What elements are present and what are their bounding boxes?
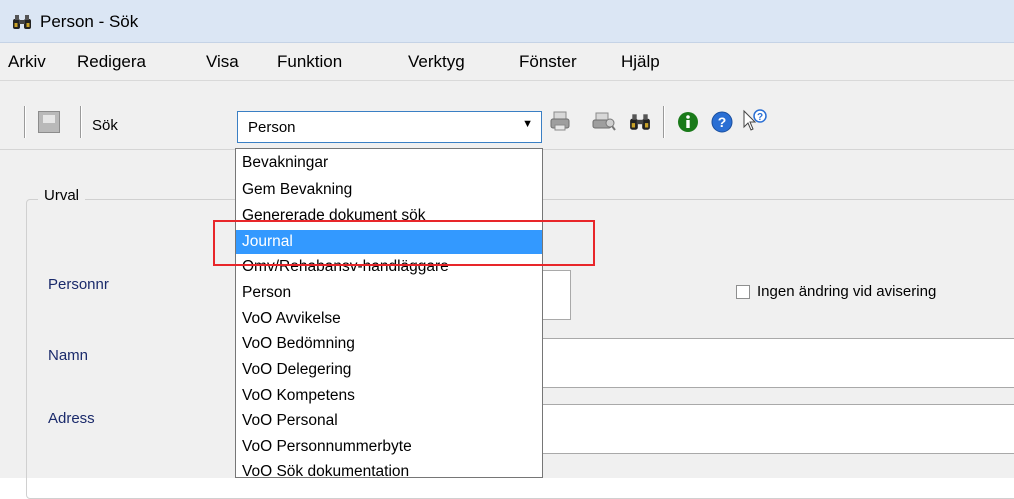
save-icon[interactable] bbox=[38, 111, 60, 133]
window-title: Person - Sök bbox=[40, 12, 139, 31]
menu-verktyg[interactable]: Verktyg bbox=[408, 52, 465, 72]
toolbar-separator bbox=[24, 106, 26, 138]
adress-label: Adress bbox=[48, 410, 95, 427]
dropdown-item[interactable]: VoO Kompetens bbox=[242, 386, 355, 406]
menu-arkiv[interactable]: Arkiv bbox=[8, 52, 46, 72]
namn-label: Namn bbox=[48, 347, 89, 364]
dropdown-item[interactable]: Gem Bevakning bbox=[242, 180, 352, 200]
chevron-down-icon[interactable]: ▼ bbox=[522, 118, 533, 130]
menu-fonster[interactable]: Fönster bbox=[519, 52, 577, 72]
search-type-combobox[interactable]: Person ▼ bbox=[237, 111, 542, 143]
help-icon[interactable]: ? bbox=[711, 111, 733, 133]
svg-text:?: ? bbox=[757, 112, 763, 123]
title-bar: Person - Sök bbox=[0, 0, 1014, 43]
info-icon[interactable] bbox=[677, 111, 699, 133]
toolbar-separator bbox=[663, 106, 665, 138]
dropdown-item[interactable]: VoO Sök dokumentation bbox=[242, 462, 409, 477]
whats-this-icon[interactable]: ? bbox=[741, 108, 767, 134]
no-change-checkbox[interactable] bbox=[736, 285, 750, 299]
personnr-label: Personnr bbox=[48, 276, 109, 293]
dropdown-item[interactable]: VoO Avvikelse bbox=[242, 309, 341, 329]
dropdown-item[interactable]: Person bbox=[242, 283, 291, 303]
groupbox-title: Urval bbox=[38, 187, 86, 204]
menu-bar: Arkiv Redigera Visa Funktion Verktyg Fön… bbox=[0, 43, 1014, 81]
binoculars-icon bbox=[13, 15, 31, 29]
dropdown-item[interactable]: VoO Delegering bbox=[242, 360, 351, 380]
print-icon[interactable] bbox=[549, 110, 571, 132]
combobox-value: Person bbox=[248, 119, 296, 136]
personnr-field[interactable] bbox=[540, 270, 571, 320]
search-label: Sök bbox=[92, 117, 118, 134]
menu-redigera[interactable]: Redigera bbox=[77, 52, 146, 72]
menu-visa[interactable]: Visa bbox=[206, 52, 239, 72]
dropdown-item[interactable]: VoO Bedömning bbox=[242, 334, 355, 354]
menu-funktion[interactable]: Funktion bbox=[277, 52, 342, 72]
dropdown-item[interactable]: VoO Personal bbox=[242, 411, 338, 431]
search-type-dropdown-list: Bevakningar Gem Bevakning Genererade dok… bbox=[235, 148, 543, 478]
menu-hjalp[interactable]: Hjälp bbox=[621, 52, 660, 72]
adress-field[interactable] bbox=[540, 404, 1014, 454]
annotation-highlight-box bbox=[213, 220, 595, 266]
print-preview-icon[interactable] bbox=[592, 110, 616, 132]
binoculars-icon[interactable] bbox=[629, 112, 651, 132]
dropdown-item[interactable]: VoO Personnummerbyte bbox=[242, 437, 412, 457]
namn-field[interactable] bbox=[540, 338, 1014, 388]
toolbar-separator bbox=[80, 106, 82, 138]
dropdown-item[interactable]: Bevakningar bbox=[242, 153, 328, 173]
svg-text:?: ? bbox=[718, 114, 727, 130]
no-change-checkbox-label: Ingen ändring vid avisering bbox=[757, 283, 937, 300]
